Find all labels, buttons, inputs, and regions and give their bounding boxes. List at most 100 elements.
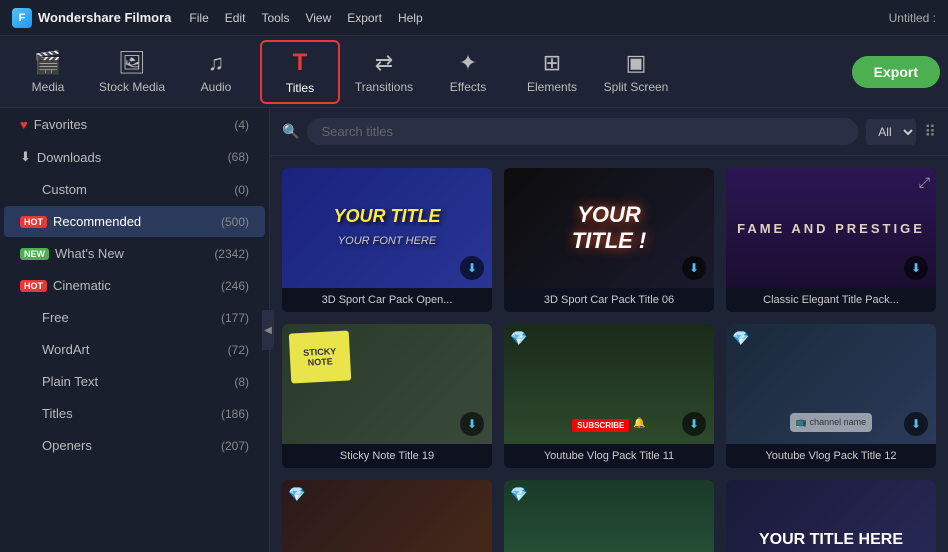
sidebar-item-titles[interactable]: Titles (186) — [4, 398, 265, 429]
split-screen-icon: ▣ — [626, 50, 647, 76]
sidebar-item-custom[interactable]: Custom (0) — [4, 174, 265, 205]
menu-tools[interactable]: Tools — [261, 7, 289, 29]
card-thumb-5: 💎 SUBSCRIBE 🔔 ⬇ — [504, 324, 714, 444]
menu-export[interactable]: Export — [347, 7, 382, 29]
badge-new-whatsnew: NEW — [20, 248, 49, 260]
sidebar-count-cinematic: (246) — [221, 279, 249, 293]
toolbar-transitions[interactable]: ⇄ Transitions — [344, 40, 424, 104]
badge-hot-cinematic: HOT — [20, 280, 47, 292]
media-label: Media — [32, 80, 65, 94]
menu-view[interactable]: View — [305, 7, 331, 29]
title-card-4[interactable]: STICKYNOTE ⬇ Sticky Note Title 19 — [282, 324, 492, 468]
sidebar-count-downloads: (68) — [228, 150, 249, 164]
download-arrow-4[interactable]: ⬇ — [460, 412, 484, 436]
transitions-icon: ⇄ — [375, 50, 393, 76]
download-arrow-3[interactable]: ⬇ — [904, 256, 928, 280]
scan-icon-3: ⤢ — [919, 174, 930, 191]
sidebar-count-openers: (207) — [221, 439, 249, 453]
sidebar-item-recommended[interactable]: HOT Recommended (500) — [4, 206, 265, 237]
title-card-2[interactable]: YOURTITLE ! ⬇ 3D Sport Car Pack Title 06 — [504, 168, 714, 312]
sidebar: ♥ Favorites (4) ⬇ Downloads (68) Custom … — [0, 108, 270, 552]
download-arrow-6[interactable]: ⬇ — [904, 412, 928, 436]
title-card-6[interactable]: 💎 📺 channel name ⬇ Youtube Vlog Pack Tit… — [726, 324, 936, 468]
toolbar-titles[interactable]: T Titles — [260, 40, 340, 104]
title-card-9[interactable]: YOUR TITLE HERE ⬇ ... — [726, 480, 936, 552]
heart-icon: ♥ — [20, 117, 28, 132]
title-card-8[interactable]: 💎 SUBSCRIBE ⬇ ... — [504, 480, 714, 552]
sidebar-item-openers[interactable]: Openers (207) — [4, 430, 265, 461]
titles-label: Titles — [286, 81, 314, 95]
sidebar-item-downloads[interactable]: ⬇ Downloads (68) — [4, 141, 265, 173]
sidebar-item-whats-new[interactable]: NEW What's New (2342) — [4, 238, 265, 269]
sidebar-label-whats-new: What's New — [55, 246, 214, 261]
stock-media-icon: 🖼 — [118, 50, 146, 76]
audio-label: Audio — [201, 80, 232, 94]
sidebar-count-wordart: (72) — [228, 343, 249, 357]
sidebar-item-cinematic[interactable]: HOT Cinematic (246) — [4, 270, 265, 301]
effects-icon: ✦ — [459, 50, 477, 76]
sidebar-count-titles: (186) — [221, 407, 249, 421]
download-arrow-2[interactable]: ⬇ — [682, 256, 706, 280]
card-name-1: 3D Sport Car Pack Open... — [282, 288, 492, 312]
download-arrow-5[interactable]: ⬇ — [682, 412, 706, 436]
card-thumb-3: FAME AND PRESTIGE ⤢ ⬇ — [726, 168, 936, 288]
sidebar-label-wordart: WordArt — [42, 342, 228, 357]
card-name-3: Classic Elegant Title Pack... — [726, 288, 936, 312]
premium-gem-6: 💎 — [732, 330, 749, 347]
download-arrow-1[interactable]: ⬇ — [460, 256, 484, 280]
toolbar-effects[interactable]: ✦ Effects — [428, 40, 508, 104]
content-panel: 🔍 All ⠿ YOUR TITLEYOUR FONT HERE ⬇ 3D Sp… — [270, 108, 948, 552]
card-thumb-7: 💎 ⬇ — [282, 480, 492, 552]
premium-gem-8: 💎 — [510, 486, 527, 503]
filter-select[interactable]: All — [866, 119, 916, 145]
card-thumb-4: STICKYNOTE ⬇ — [282, 324, 492, 444]
badge-hot-recommended: HOT — [20, 216, 47, 228]
titles-icon: T — [293, 49, 308, 77]
card-thumb-1: YOUR TITLEYOUR FONT HERE ⬇ — [282, 168, 492, 288]
card-thumb-9: YOUR TITLE HERE ⬇ — [726, 480, 936, 552]
menu-bar: F Wondershare Filmora File Edit Tools Vi… — [0, 0, 948, 36]
subscribe-badge-5: SUBSCRIBE — [572, 419, 629, 432]
sidebar-item-free[interactable]: Free (177) — [4, 302, 265, 333]
menu-file[interactable]: File — [189, 7, 208, 29]
sidebar-label-favorites: Favorites — [34, 117, 235, 132]
download-icon: ⬇ — [20, 149, 31, 165]
effects-label: Effects — [450, 80, 486, 94]
menu-help[interactable]: Help — [398, 7, 423, 29]
title-card-7[interactable]: 💎 ⬇ ... — [282, 480, 492, 552]
title-card-3[interactable]: FAME AND PRESTIGE ⤢ ⬇ Classic Elegant Ti… — [726, 168, 936, 312]
premium-gem-7: 💎 — [288, 486, 305, 503]
stock-media-label: Stock Media — [99, 80, 165, 94]
sidebar-collapse-arrow[interactable]: ◀ — [262, 310, 274, 350]
sidebar-item-wordart[interactable]: WordArt (72) — [4, 334, 265, 365]
menu-edit[interactable]: Edit — [225, 7, 246, 29]
transitions-label: Transitions — [355, 80, 413, 94]
grid-toggle-icon[interactable]: ⠿ — [924, 122, 936, 142]
title-card-5[interactable]: 💎 SUBSCRIBE 🔔 ⬇ Youtube Vlog Pack Title … — [504, 324, 714, 468]
card-name-5: Youtube Vlog Pack Title 11 — [504, 444, 714, 468]
toolbar-stock-media[interactable]: 🖼 Stock Media — [92, 40, 172, 104]
sidebar-count-recommended: (500) — [221, 215, 249, 229]
sidebar-count-plain-text: (8) — [234, 375, 249, 389]
elements-label: Elements — [527, 80, 577, 94]
card-thumb-8: 💎 SUBSCRIBE ⬇ — [504, 480, 714, 552]
sidebar-item-favorites[interactable]: ♥ Favorites (4) — [4, 109, 265, 140]
sidebar-item-plain-text[interactable]: Plain Text (8) — [4, 366, 265, 397]
toolbar-audio[interactable]: ♫ Audio — [176, 40, 256, 104]
card-thumb-2: YOURTITLE ! ⬇ — [504, 168, 714, 288]
search-input[interactable] — [307, 118, 858, 145]
toolbar: 🎬 Media 🖼 Stock Media ♫ Audio T Titles ⇄… — [0, 36, 948, 108]
premium-gem-5: 💎 — [510, 330, 527, 347]
toolbar-split-screen[interactable]: ▣ Split Screen — [596, 40, 676, 104]
toolbar-elements[interactable]: ⊞ Elements — [512, 40, 592, 104]
export-button[interactable]: Export — [852, 56, 940, 88]
logo-icon: F — [12, 8, 32, 28]
main-area: ♥ Favorites (4) ⬇ Downloads (68) Custom … — [0, 108, 948, 552]
sidebar-label-openers: Openers — [42, 438, 221, 453]
sidebar-label-plain-text: Plain Text — [42, 374, 234, 389]
title-card-1[interactable]: YOUR TITLEYOUR FONT HERE ⬇ 3D Sport Car … — [282, 168, 492, 312]
toolbar-media[interactable]: 🎬 Media — [8, 40, 88, 104]
app-logo: F Wondershare Filmora — [12, 8, 171, 28]
search-icon: 🔍 — [282, 123, 299, 140]
card-name-2: 3D Sport Car Pack Title 06 — [504, 288, 714, 312]
